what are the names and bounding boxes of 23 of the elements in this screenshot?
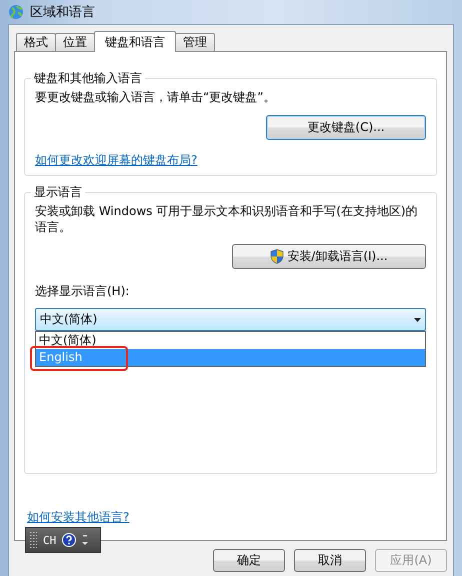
group-title: 键盘和其他输入语言 xyxy=(33,70,143,87)
install-language-button[interactable]: 安装/卸载语言(I)... xyxy=(232,244,426,269)
install-languages-link[interactable]: 如何安装其他语言? xyxy=(27,509,130,526)
globe-icon xyxy=(8,4,24,20)
group-title: 显示语言 xyxy=(33,184,83,201)
help-icon[interactable] xyxy=(62,533,76,547)
keyboard-layout-link[interactable]: 如何更改欢迎屏幕的键盘布局? xyxy=(35,152,198,169)
options-arrow-icon[interactable] xyxy=(82,534,88,546)
group-description: 安装或卸载 Windows 可用于显示文本和识别语音和手写(在支持地区)的语言。 xyxy=(35,203,419,235)
tab[interactable]: 键盘和语言 xyxy=(94,31,176,52)
shield-icon xyxy=(270,249,284,264)
tab[interactable]: 管理 xyxy=(175,33,215,51)
dropdown-arrow-icon xyxy=(414,318,421,322)
change-keyboard-button[interactable]: 更改键盘(C)... xyxy=(266,115,426,140)
field-label: 选择显示语言(H): xyxy=(35,283,130,300)
tab[interactable]: 位置 xyxy=(55,33,95,51)
group-description: 要更改键盘或输入语言，请单击“更改键盘”。 xyxy=(35,89,276,105)
window-title: 区域和语言 xyxy=(30,4,95,21)
tab[interactable]: 格式 xyxy=(16,33,56,51)
ok-button[interactable]: 确定 xyxy=(213,549,285,572)
dropdown-option[interactable]: 中文(简体) xyxy=(36,332,425,349)
cancel-button[interactable]: 取消 xyxy=(294,549,366,572)
language-indicator[interactable]: CH xyxy=(43,534,56,546)
